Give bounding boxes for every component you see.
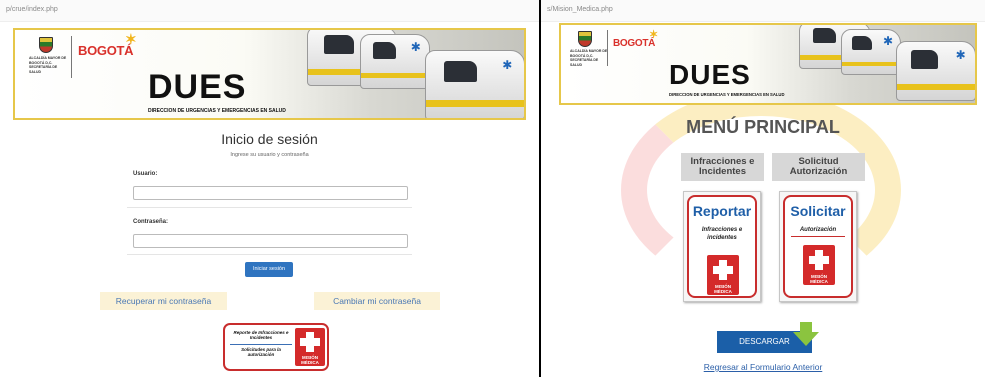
ambulance-image: ✱ (896, 41, 975, 101)
dues-logo: DUES (669, 59, 751, 90)
solicitar-title: Solicitar (790, 203, 846, 219)
dues-banner: ALCALDÍA MAYOR DE BOGOTÁ D.C. SECRETARÍA… (559, 23, 977, 105)
download-arrow-head-icon[interactable] (793, 332, 819, 346)
change-password-link[interactable]: Cambiar mi contraseña (314, 292, 440, 310)
solicitar-subtitle: Autorización (799, 227, 837, 233)
badge-divider (230, 344, 292, 345)
user-label: Usuario: (133, 171, 158, 177)
back-to-form-link[interactable]: Regresar al Formulario Anterior (541, 362, 985, 372)
dues-logo: DUES (148, 68, 247, 106)
badge-report-text: Reporte de Infracciones e Incidentes (233, 330, 289, 340)
dues-subtitle: DIRECCION DE URGENCIAS Y EMERGENCIAS EN … (669, 92, 785, 97)
login-button[interactable]: Iniciar sesión (245, 262, 293, 277)
mision-medica-badge[interactable]: Reporte de Infracciones e Incidentes Sol… (223, 323, 329, 371)
recover-password-link[interactable]: Recuperar mi contraseña (100, 292, 227, 310)
ambulance-image: ✱ (841, 29, 901, 75)
login-subtitle: Ingrese su usuario y contraseña (230, 152, 309, 158)
login-title: Inicio de sesión (221, 131, 318, 147)
password-label: Contraseña: (133, 219, 169, 225)
mision-medica-cross-icon: MISIÓN MÉDICA (707, 255, 739, 295)
password-field[interactable] (133, 234, 408, 248)
star-of-life-icon: ✱ (502, 57, 513, 72)
bogota-coat-of-arms-icon (39, 37, 53, 53)
bogota-star-icon: ✶ (125, 31, 137, 47)
solicitar-tile[interactable]: Solicitar Autorización MISIÓN MÉDICA (779, 191, 857, 302)
dues-subtitle: DIRECCION DE URGENCIAS Y EMERGENCIAS EN … (148, 108, 286, 114)
alcaldia-text: ALCALDÍA MAYOR DE BOGOTÁ D.C. SECRETARÍA… (570, 49, 608, 67)
dues-banner: ALCALDÍA MAYOR DE BOGOTÁ D.C. SECRETARÍA… (13, 28, 526, 120)
star-of-life-icon: ✱ (955, 47, 966, 62)
star-of-life-icon: ✱ (410, 40, 421, 55)
alcaldia-text: ALCALDÍA MAYOR DE BOGOTÁ D.C. SECRETARÍA… (29, 56, 67, 74)
user-field[interactable] (133, 186, 408, 200)
divider (127, 254, 412, 255)
solicitar-underline (791, 236, 845, 237)
login-window: p/crue/index.php ALCALDÍA MAYOR DE BOGOT… (0, 0, 539, 377)
mision-medica-cross-icon: MISIÓN MÉDICA (295, 328, 325, 366)
tab-infracciones[interactable]: Infracciones e Incidentes (681, 153, 764, 181)
bogota-coat-of-arms-icon (578, 31, 592, 47)
logo-divider (607, 30, 608, 66)
mision-medica-text: MISIÓN MÉDICA (810, 274, 828, 284)
reportar-subtitle: Infracciones e incidentes (701, 227, 743, 241)
mision-medica-cross-icon: MISIÓN MÉDICA (803, 245, 835, 285)
star-of-life-icon: ✱ (882, 34, 894, 49)
tab-solicitud[interactable]: Solicitud Autorización (772, 153, 865, 181)
mision-medica-text: MISIÓN MÉDICA (301, 355, 319, 365)
divider (127, 207, 412, 208)
menu-title: MENÚ PRINCIPAL (686, 117, 840, 137)
address-bar[interactable]: s/Mision_Medica.php (541, 0, 985, 22)
download-arrow-icon[interactable] (800, 322, 812, 332)
address-bar[interactable]: p/crue/index.php (0, 0, 539, 22)
ambulance-image: ✱ (360, 34, 430, 89)
mision-medica-text: MISIÓN MÉDICA (714, 284, 732, 294)
badge-request-text: Solicitudes para la autorización (241, 347, 281, 357)
ambulance-image: ✱ (425, 50, 524, 118)
reportar-tile[interactable]: Reportar Infracciones e incidentes MISIÓ… (683, 191, 761, 302)
reportar-title: Reportar (692, 203, 752, 219)
menu-window: s/Mision_Medica.php ALCALDÍA MAYOR DE BO… (541, 0, 985, 377)
logo-divider (71, 36, 72, 78)
bogota-star-icon: ✶ (649, 29, 659, 41)
